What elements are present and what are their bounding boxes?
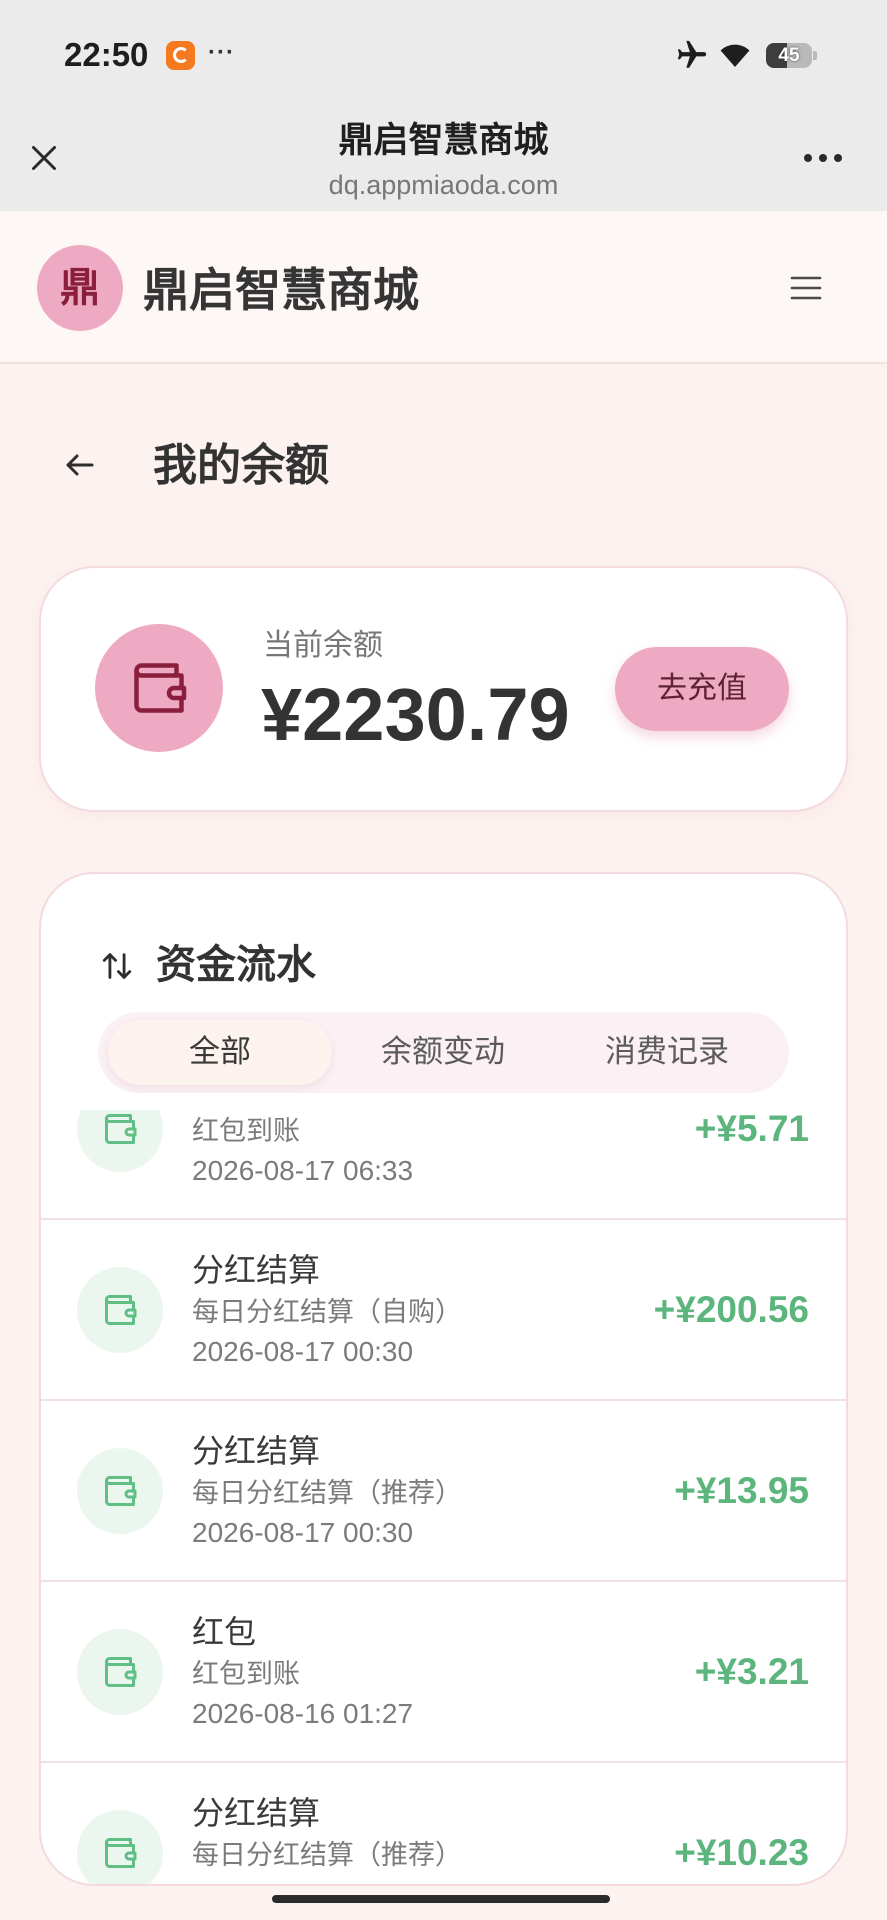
tab-spending-records[interactable]: 消费记录 <box>555 1020 779 1085</box>
transaction-row: 红包 红包到账 2026-08-16 01:27 +¥3.21 <box>41 1582 846 1763</box>
home-indicator[interactable] <box>272 1895 610 1903</box>
transaction-row: 红包到账 2026-08-17 06:33 +¥5.71 <box>41 1110 846 1220</box>
battery-nub <box>813 51 817 60</box>
balance-label: 当前余额 <box>263 628 383 663</box>
transaction-desc: 红包到账 <box>192 1659 300 1690</box>
transaction-date: 2026-08-17 06:33 <box>192 1155 414 1186</box>
wallet-icon <box>134 663 187 713</box>
balance-card: 当前余额 ¥2230.79 去充值 <box>39 566 848 812</box>
hamburger-menu-icon[interactable] <box>789 273 823 303</box>
browser-chrome: 22:50 ··· 45 鼎启智慧商城 dq.appmiaoda.com <box>0 0 887 211</box>
wallet-icon <box>105 1295 137 1325</box>
balance-amount: ¥2230.79 <box>261 673 570 756</box>
browser-page-title: 鼎启智慧商城 <box>338 121 549 161</box>
transaction-desc: 每日分红结算（推荐） <box>192 1840 462 1871</box>
fund-flow-card: 资金流水 全部 余额变动 消费记录 红包到账 2026-08-17 06:33 … <box>39 872 848 1886</box>
transaction-list-content: 红包到账 2026-08-17 06:33 +¥5.71 分红结算 每日分红结算… <box>41 1110 846 1884</box>
transaction-title: 红包 <box>192 1613 257 1651</box>
status-more-indicator: ··· <box>208 39 235 66</box>
transaction-icon-badge <box>77 1267 163 1353</box>
battery-level-text: 45 <box>778 45 800 66</box>
transaction-title: 分红结算 <box>192 1794 321 1832</box>
transaction-desc: 每日分红结算（自购） <box>192 1297 462 1328</box>
arrow-left-icon[interactable] <box>62 447 98 483</box>
transaction-amount: +¥10.23 <box>674 1832 809 1873</box>
transaction-date: 2026-08-17 00:30 <box>192 1517 414 1548</box>
transaction-amount: +¥5.71 <box>694 1110 809 1149</box>
tab-all[interactable]: 全部 <box>108 1020 332 1085</box>
transaction-list[interactable]: 红包到账 2026-08-17 06:33 +¥5.71 分红结算 每日分红结算… <box>41 1110 846 1884</box>
brand-logo: 鼎 <box>37 245 123 331</box>
transaction-desc: 红包到账 <box>192 1116 300 1147</box>
status-time: 22:50 <box>64 36 149 73</box>
transaction-row: 分红结算 每日分红结算（推荐） 2026-08-17 00:30 +¥13.95 <box>41 1401 846 1582</box>
wifi-icon <box>720 44 750 67</box>
page-title: 我的余额 <box>153 440 329 491</box>
wallet-icon <box>105 1114 137 1144</box>
balance-icon-badge <box>95 624 223 752</box>
transaction-amount: +¥13.95 <box>674 1470 809 1511</box>
fund-flow-title: 资金流水 <box>156 942 316 988</box>
airplane-mode-icon <box>677 40 707 68</box>
transaction-desc: 每日分红结算（推荐） <box>192 1478 462 1509</box>
transaction-amount: +¥3.21 <box>694 1651 809 1692</box>
transaction-title: 分红结算 <box>192 1432 321 1470</box>
recharge-button[interactable]: 去充值 <box>615 647 789 731</box>
brand-home-link[interactable]: 鼎 鼎启智慧商城 <box>37 245 437 331</box>
wallet-icon <box>105 1476 137 1506</box>
transaction-icon-badge <box>77 1629 163 1715</box>
transaction-icon-badge <box>77 1448 163 1534</box>
fund-flow-tabs: 全部 余额变动 消费记录 <box>98 1012 789 1093</box>
tab-balance-changes[interactable]: 余额变动 <box>331 1020 555 1085</box>
transaction-date: 2026-08-17 00:30 <box>192 1336 414 1367</box>
more-dots-icon[interactable] <box>801 149 845 167</box>
transaction-title: 分红结算 <box>192 1251 321 1289</box>
battery-icon: 45 <box>766 43 812 68</box>
app-title: 鼎启智慧商城 <box>143 263 419 317</box>
transaction-icon-badge <box>77 1110 163 1172</box>
browser-url: dq.appmiaoda.com <box>328 170 559 200</box>
wallet-icon <box>105 1838 137 1868</box>
sort-arrows-icon <box>102 953 132 979</box>
app-header: 鼎 鼎启智慧商城 <box>0 211 887 364</box>
transaction-amount: +¥200.56 <box>653 1289 809 1330</box>
transaction-date: 2026-08-16 01:27 <box>192 1698 414 1729</box>
transaction-icon-badge <box>77 1810 163 1884</box>
app-notification-icon <box>166 41 195 70</box>
transaction-row: 分红结算 每日分红结算（推荐） +¥10.23 <box>41 1763 846 1884</box>
wallet-icon <box>105 1657 137 1687</box>
transaction-row: 分红结算 每日分红结算（自购） 2026-08-17 00:30 +¥200.5… <box>41 1220 846 1401</box>
